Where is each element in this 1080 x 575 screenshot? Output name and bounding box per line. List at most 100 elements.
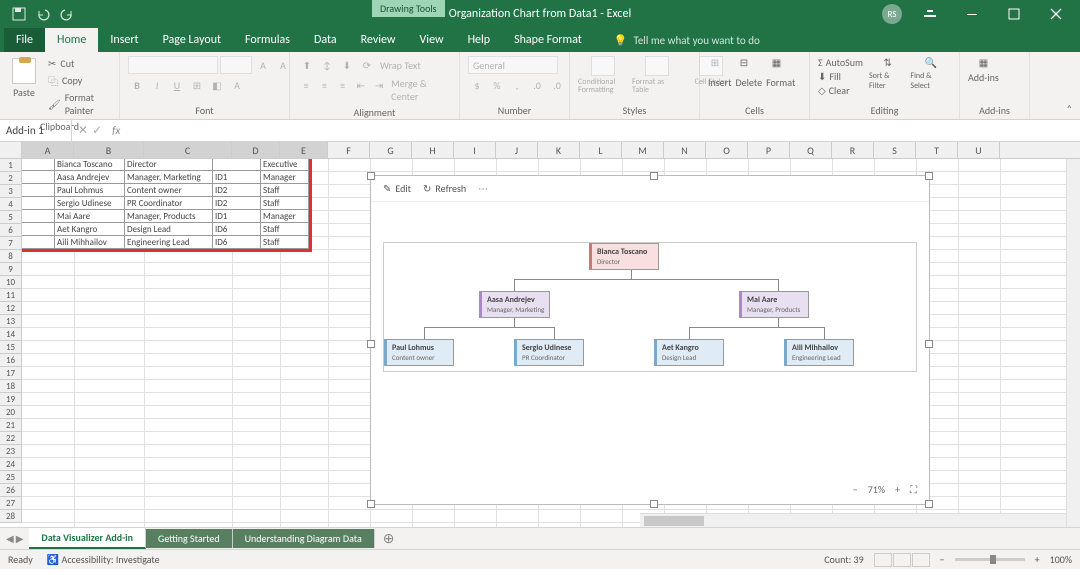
row-header[interactable]: 15 <box>0 341 22 354</box>
fill-color-icon[interactable]: ◧ <box>208 76 226 94</box>
accept-formula-icon[interactable]: ✓ <box>92 123 102 138</box>
row-header[interactable]: 20 <box>0 406 22 419</box>
row-header[interactable]: 7 <box>0 237 22 250</box>
column-header[interactable]: R <box>832 142 874 158</box>
org-node[interactable]: Aasa AndrejevManager, Marketing <box>479 291 550 318</box>
cancel-formula-icon[interactable]: ✕ <box>78 123 88 138</box>
column-header[interactable]: U <box>958 142 1000 158</box>
column-header[interactable]: F <box>328 142 370 158</box>
table-cell[interactable]: Staff <box>261 184 309 197</box>
row-header[interactable]: 12 <box>0 302 22 315</box>
row-header[interactable]: 25 <box>0 471 22 484</box>
wrap-text-button[interactable]: Wrap Text <box>378 56 423 74</box>
table-cell[interactable]: Manager, Marketing <box>125 171 213 184</box>
row-header[interactable]: 21 <box>0 419 22 432</box>
ribbon-options-icon[interactable] <box>910 0 950 28</box>
table-cell[interactable]: Manager <box>261 171 309 184</box>
increase-font-icon[interactable]: A <box>254 56 272 74</box>
column-header[interactable]: C <box>144 142 232 158</box>
table-cell[interactable]: Executive <box>261 158 309 171</box>
org-node[interactable]: Aet KangroDesign Lead <box>654 339 724 366</box>
row-header[interactable]: 19 <box>0 393 22 406</box>
zoom-level[interactable]: 100% <box>1050 553 1072 566</box>
redo-icon[interactable] <box>56 3 78 25</box>
font-name-select[interactable] <box>128 56 218 74</box>
org-node[interactable]: Bianca ToscanoDirector <box>589 243 659 270</box>
resize-handle[interactable] <box>925 172 933 180</box>
next-sheet-icon[interactable]: ▶ <box>16 532 24 545</box>
row-header[interactable]: 1 <box>0 159 22 172</box>
tab-shape-format[interactable]: Shape Format <box>502 28 594 52</box>
column-header[interactable]: N <box>664 142 706 158</box>
row-header[interactable]: 8 <box>0 250 22 263</box>
copy-button[interactable]: ⿻Copy <box>46 72 111 89</box>
close-icon[interactable] <box>1036 0 1076 28</box>
row-header[interactable]: 24 <box>0 458 22 471</box>
increase-decimal-icon[interactable]: .0 <box>528 76 546 94</box>
resize-handle[interactable] <box>925 340 933 348</box>
table-cell[interactable]: Staff <box>261 223 309 236</box>
tab-review[interactable]: Review <box>349 28 408 52</box>
table-cell[interactable]: ID6 <box>213 223 261 236</box>
row-header[interactable]: 13 <box>0 315 22 328</box>
select-all-corner[interactable] <box>0 142 22 158</box>
row-header[interactable]: 23 <box>0 445 22 458</box>
tab-page-layout[interactable]: Page Layout <box>151 28 233 52</box>
tab-file[interactable]: File <box>4 28 45 52</box>
row-header[interactable]: 3 <box>0 185 22 198</box>
row-header[interactable]: 26 <box>0 484 22 497</box>
user-avatar[interactable]: RS <box>882 4 902 24</box>
border-icon[interactable]: ⊞ <box>188 76 206 94</box>
row-header[interactable]: 6 <box>0 224 22 237</box>
save-icon[interactable] <box>8 3 30 25</box>
font-color-icon[interactable]: A <box>228 76 246 94</box>
underline-icon[interactable]: U <box>168 76 186 94</box>
scroll-thumb[interactable] <box>644 516 704 526</box>
row-header[interactable]: 22 <box>0 432 22 445</box>
sheet-tab[interactable]: Getting Started <box>146 529 233 548</box>
column-header[interactable]: D <box>232 142 280 158</box>
row-header[interactable]: 11 <box>0 289 22 302</box>
row-header[interactable]: 14 <box>0 328 22 341</box>
decrease-font-icon[interactable]: A <box>274 56 292 74</box>
table-cell[interactable]: Manager <box>261 210 309 223</box>
table-cell[interactable]: Bianca Toscano <box>55 158 125 171</box>
chart-edit-button[interactable]: ✎Edit <box>383 182 411 195</box>
table-cell[interactable]: ID1 <box>213 171 261 184</box>
horizontal-scrollbar[interactable] <box>640 513 1066 527</box>
chart-refresh-button[interactable]: ↻Refresh <box>423 182 466 195</box>
table-cell[interactable]: Aasa Andrejev <box>55 171 125 184</box>
resize-handle[interactable] <box>367 340 375 348</box>
column-header[interactable]: I <box>454 142 496 158</box>
find-select-button[interactable]: 🔍Find & Select <box>910 56 951 91</box>
merge-center-button[interactable]: Merge & Center <box>389 76 451 104</box>
align-middle-icon[interactable]: ↕ <box>318 56 336 74</box>
indent-icon[interactable]: ⇥ <box>371 76 387 94</box>
page-break-view-icon[interactable] <box>912 553 930 567</box>
org-node[interactable]: Mai AareManager, Products <box>739 291 809 318</box>
column-header[interactable]: P <box>748 142 790 158</box>
font-size-select[interactable] <box>220 56 252 74</box>
zoom-thumb[interactable] <box>990 555 996 564</box>
table-cell[interactable]: Aili Mihhailov <box>55 236 125 249</box>
row-header[interactable]: 10 <box>0 276 22 289</box>
paste-button[interactable]: Paste <box>8 56 40 101</box>
format-painter-button[interactable]: 🖌Format Painter <box>46 90 111 118</box>
sort-filter-button[interactable]: ⇅Sort & Filter <box>869 56 906 91</box>
normal-view-icon[interactable] <box>874 553 892 567</box>
row-header[interactable]: 27 <box>0 497 22 510</box>
column-header[interactable]: H <box>412 142 454 158</box>
maximize-icon[interactable] <box>994 0 1034 28</box>
table-cell[interactable]: Content owner <box>125 184 213 197</box>
accessibility-status[interactable]: ♿ Accessibility: Investigate <box>47 553 160 566</box>
name-box[interactable]: Add-in 1 <box>0 120 72 141</box>
org-node[interactable]: Sergio UdinesePR Coordinator <box>514 339 584 366</box>
tab-formulas[interactable]: Formulas <box>233 28 302 52</box>
bold-icon[interactable]: B <box>128 76 146 94</box>
cell-styles-button[interactable]: Cell Styles <box>686 56 736 94</box>
add-sheet-button[interactable]: ⊕ <box>375 530 403 547</box>
org-node[interactable]: Paul LohmusContent owner <box>384 339 454 366</box>
chart-more-button[interactable]: ⋯ <box>478 182 488 195</box>
row-header[interactable]: 17 <box>0 367 22 380</box>
vertical-scrollbar[interactable] <box>1066 159 1080 527</box>
